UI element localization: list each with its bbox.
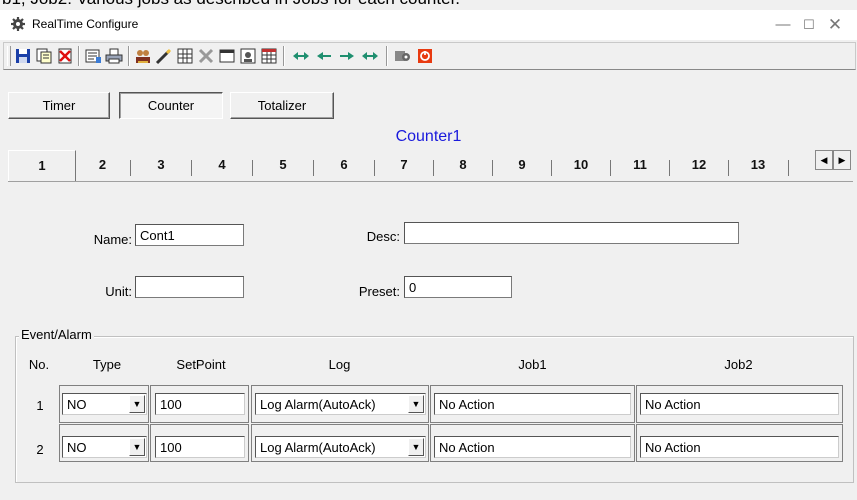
tab-13[interactable]: 13 xyxy=(729,150,787,180)
header-type: Type xyxy=(92,357,122,372)
unit-label: Unit: xyxy=(105,284,132,299)
tab-baseline xyxy=(8,181,853,182)
job2-field[interactable]: No Action xyxy=(640,393,839,415)
next-icon[interactable] xyxy=(337,46,357,66)
tab-6[interactable]: 6 xyxy=(314,150,374,180)
chevron-down-icon[interactable]: ▼ xyxy=(408,395,424,413)
tab-2[interactable]: 2 xyxy=(75,150,130,180)
unit-field[interactable] xyxy=(135,276,244,298)
job2-field[interactable]: No Action xyxy=(640,436,839,458)
toolbar-separator xyxy=(283,46,285,66)
log-value: Log Alarm(AutoAck) xyxy=(260,397,376,412)
header-setpoint: SetPoint xyxy=(176,357,226,372)
tab-timer[interactable]: Timer xyxy=(8,92,110,119)
caption-fragment: b1, Job2: Various jobs as described in J… xyxy=(0,0,857,9)
setpoint-field[interactable]: 100 xyxy=(155,436,245,458)
type-select[interactable]: NO ▼ xyxy=(62,436,147,458)
log-select[interactable]: Log Alarm(AutoAck) ▼ xyxy=(255,436,426,458)
tab-scroll-left-icon[interactable]: ◀ xyxy=(815,150,833,170)
counter-title: Counter1 xyxy=(395,128,462,145)
users-icon[interactable] xyxy=(133,46,153,66)
tab-3[interactable]: 3 xyxy=(131,150,191,180)
toolbar xyxy=(3,42,856,70)
toolbar-separator xyxy=(386,46,388,66)
tab-7[interactable]: 7 xyxy=(375,150,433,180)
row-number: 2 xyxy=(36,442,44,457)
chevron-down-icon[interactable]: ▼ xyxy=(408,438,424,456)
toolbar-grip[interactable] xyxy=(7,46,11,66)
save-as-icon[interactable] xyxy=(34,46,54,66)
job1-field[interactable]: No Action xyxy=(434,436,631,458)
window-title: RealTime Configure xyxy=(32,17,139,31)
log-select[interactable]: Log Alarm(AutoAck) ▼ xyxy=(255,393,426,415)
preset-label: Preset: xyxy=(358,284,400,299)
job1-field[interactable]: No Action xyxy=(434,393,631,415)
settings-icon[interactable] xyxy=(393,46,413,66)
tab-totalizer[interactable]: Totalizer xyxy=(230,92,334,119)
chevron-down-icon[interactable]: ▼ xyxy=(129,395,145,413)
counter-tabs: 1 2 3 4 5 6 7 8 9 10 11 12 13 ◀ ▶ xyxy=(8,150,857,182)
tools-icon[interactable] xyxy=(196,46,216,66)
type-value: NO xyxy=(67,440,87,455)
title-bar: RealTime Configure — ☐ ✕ xyxy=(0,10,857,40)
tab-scroll-right-icon[interactable]: ▶ xyxy=(833,150,851,170)
last-icon[interactable] xyxy=(360,46,380,66)
header-log: Log xyxy=(328,357,351,372)
setpoint-field[interactable]: 100 xyxy=(155,393,245,415)
tab-9[interactable]: 9 xyxy=(493,150,551,180)
tab-4[interactable]: 4 xyxy=(192,150,252,180)
tab-12[interactable]: 12 xyxy=(670,150,728,180)
type-value: NO xyxy=(67,397,87,412)
header-job1: Job1 xyxy=(518,357,547,372)
name-label: Name: xyxy=(93,232,132,247)
tab-8[interactable]: 8 xyxy=(434,150,492,180)
edit-icon[interactable] xyxy=(154,46,174,66)
wizard-icon[interactable] xyxy=(238,46,258,66)
table-icon[interactable] xyxy=(259,46,279,66)
name-field[interactable] xyxy=(135,224,244,246)
chevron-down-icon[interactable]: ▼ xyxy=(129,438,145,456)
stop-icon[interactable] xyxy=(415,46,435,66)
row-number: 1 xyxy=(36,398,44,413)
close-button[interactable]: ✕ xyxy=(815,14,855,36)
print-icon[interactable] xyxy=(104,46,124,66)
tab-divider xyxy=(788,160,789,176)
grid-icon[interactable] xyxy=(175,46,195,66)
type-select[interactable]: NO ▼ xyxy=(62,393,147,415)
header-job2: Job2 xyxy=(724,357,753,372)
event-alarm-label: Event/Alarm xyxy=(19,327,94,342)
desc-field[interactable] xyxy=(404,222,739,244)
toolbar-separator xyxy=(128,46,130,66)
first-icon[interactable] xyxy=(291,46,311,66)
properties-icon[interactable] xyxy=(83,46,103,66)
preset-field[interactable] xyxy=(404,276,512,298)
header-no: No. xyxy=(28,357,50,372)
app-gear-icon xyxy=(10,16,26,32)
tab-1[interactable]: 1 xyxy=(8,150,76,181)
prev-icon[interactable] xyxy=(314,46,334,66)
desc-label: Desc: xyxy=(366,229,400,244)
window-icon[interactable] xyxy=(217,46,237,66)
tab-counter[interactable]: Counter xyxy=(119,92,223,119)
tab-5[interactable]: 5 xyxy=(253,150,313,180)
toolbar-separator xyxy=(78,46,80,66)
tab-11[interactable]: 11 xyxy=(611,150,669,180)
log-value: Log Alarm(AutoAck) xyxy=(260,440,376,455)
save-icon[interactable] xyxy=(13,46,33,66)
delete-icon[interactable] xyxy=(55,46,75,66)
tab-10[interactable]: 10 xyxy=(552,150,610,180)
